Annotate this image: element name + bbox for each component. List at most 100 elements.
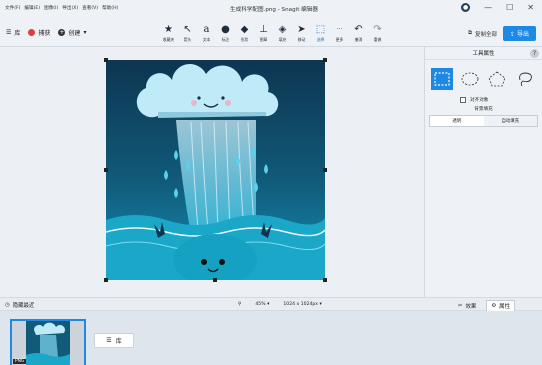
menu-bar: 文件(F) 编辑(E) 图像(I) 导出(X) 查看(V) 帮助(H) [5, 5, 118, 11]
polygon-icon [488, 71, 506, 87]
tool-properties-panel: 工具属性 ? 对齐对象 背景填充 透明 自动填充 [424, 47, 542, 297]
tool-fill[interactable]: ◈ 填充 [274, 23, 291, 45]
panel-title: 工具属性 [472, 51, 495, 57]
copy-all-button[interactable]: ⧉ 复制全部 [468, 30, 497, 38]
gear-icon: ⚙ [491, 303, 497, 309]
fill-transparent-option[interactable]: 透明 [430, 116, 484, 126]
lasso-icon [519, 72, 533, 87]
tool-move[interactable]: ➤ 移动 [293, 23, 310, 45]
plus-icon: + [58, 29, 66, 36]
magic-wand-icon: ✂ [458, 303, 463, 309]
resize-handle-top-right[interactable] [323, 58, 327, 62]
move-icon: ➤ [297, 24, 306, 35]
clock-icon: ◷ [5, 302, 10, 308]
freehand-selection-button[interactable] [514, 68, 536, 90]
background-fill-toggle: 透明 自动填充 [429, 115, 538, 127]
resize-handle-top-left[interactable] [104, 58, 108, 62]
account-icon[interactable]: ● [461, 3, 471, 12]
tool-selection[interactable]: ⬚ 选择 [312, 23, 329, 45]
capture-button[interactable]: 捕获 [28, 28, 50, 37]
tray-library-button[interactable]: ☰ 库 [94, 333, 134, 348]
panel-header: 工具属性 ? [425, 47, 542, 60]
help-icon[interactable]: ? [530, 49, 539, 58]
menu-lines-icon: ☰ [6, 29, 12, 36]
dimensions-dropdown[interactable]: 1024 x 1024px ▾ [283, 302, 321, 307]
dimensions-value: 1024 x 1024px [283, 302, 319, 307]
star-icon: ★ [164, 24, 173, 35]
status-bar: ◷ 隐藏最近 ⚲ 45% ▾ 1024 x 1024px ▾ ✂ 效果 ⚙ 属性 [0, 297, 542, 312]
tool-favorites[interactable]: ★ 收藏夹 [160, 23, 177, 45]
fill-icon: ◈ [278, 24, 287, 35]
menu-view[interactable]: 查看(V) [82, 5, 98, 11]
cloud-rain-illustration [106, 60, 325, 280]
canvas-area[interactable] [0, 47, 424, 297]
arrow-icon: ↖ [183, 24, 192, 35]
menu-file[interactable]: 文件(F) [5, 5, 20, 11]
fill-auto-option[interactable]: 自动填充 [484, 116, 538, 126]
main-toolbar: ☰ 库 捕获 + 创建 ▾ ★ 收藏夹 ↖ 箭头 a 文本 ● 标注 ◆ 形状 ⊥ 图章 ◈… [0, 20, 542, 47]
undo-icon: ↶ [354, 24, 363, 35]
resize-handle-bottom-left[interactable] [104, 278, 108, 282]
menu-image[interactable]: 图像(I) [44, 5, 58, 11]
tool-shape[interactable]: ◆ 形状 [236, 23, 253, 45]
align-objects-row[interactable]: 对齐对象 [460, 97, 542, 103]
recent-thumbnail[interactable]: PNG [10, 319, 86, 365]
tool-arrow[interactable]: ↖ 箭头 [179, 23, 196, 45]
resize-handle-bottom[interactable] [213, 278, 217, 282]
align-objects-checkbox[interactable] [460, 97, 466, 103]
tool-text[interactable]: a 文本 [198, 23, 215, 45]
window-title: 生成科学配图.png - Snagit 编辑器 [230, 7, 318, 13]
close-button[interactable]: ✕ [527, 3, 534, 12]
title-bar: 文件(F) 编辑(E) 图像(I) 导出(X) 查看(V) 帮助(H) 生成科学… [0, 0, 542, 20]
tool-callout[interactable]: ● 标注 [217, 23, 234, 45]
canvas-image[interactable] [106, 60, 325, 280]
hide-recent-button[interactable]: ◷ 隐藏最近 [5, 301, 34, 309]
search-icon: ⚲ [238, 302, 242, 307]
tool-redo[interactable]: ↷ 重做 [369, 23, 386, 45]
stamp-icon: ⊥ [259, 24, 268, 35]
selection-shapes [425, 60, 542, 90]
zoom-dropdown[interactable]: 45% ▾ [255, 302, 269, 307]
redo-icon: ↷ [373, 24, 382, 35]
tool-more[interactable]: ··· 更多 [331, 23, 348, 45]
resize-handle-right[interactable] [323, 168, 327, 172]
library-label: 库 [14, 30, 21, 37]
library-button[interactable]: ☰ 库 [6, 28, 20, 37]
tray-library-label: 库 [115, 338, 122, 345]
polygon-selection-button[interactable] [487, 68, 509, 90]
export-button[interactable]: ⇪ 导出 [503, 26, 536, 41]
tool-undo[interactable]: ↶ 撤消 [350, 23, 367, 45]
menu-edit[interactable]: 编辑(E) [24, 5, 40, 11]
dimensions-chevron-icon: ▾ [319, 302, 322, 307]
toolbar-right: ⧉ 复制全部 ⇪ 导出 [468, 26, 536, 41]
maximize-button[interactable]: ☐ [506, 3, 513, 12]
shape-icon: ◆ [240, 24, 249, 35]
menu-help[interactable]: 帮助(H) [102, 5, 118, 11]
zoom-chevron-icon: ▾ [267, 302, 270, 307]
align-objects-label: 对齐对象 [470, 98, 489, 103]
tool-stamp[interactable]: ⊥ 图章 [255, 23, 272, 45]
ellipse-selection-button[interactable] [459, 68, 481, 90]
copy-all-label: 复制全部 [475, 31, 498, 38]
menu-export[interactable]: 导出(X) [62, 5, 78, 11]
resize-handle-left[interactable] [104, 168, 108, 172]
zoom-controls: ⚲ 45% ▾ 1024 x 1024px ▾ [238, 302, 322, 307]
share-icon: ⇪ [510, 31, 516, 38]
window-controls: ● — ☐ ✕ [461, 3, 534, 12]
toolbar-left: ☰ 库 捕获 + 创建 ▾ [6, 28, 86, 37]
minimize-button[interactable]: — [484, 3, 492, 12]
tool-group: ★ 收藏夹 ↖ 箭头 a 文本 ● 标注 ◆ 形状 ⊥ 图章 ◈ 填充 ➤ 移动 ⬚ 选择 ···… [160, 23, 386, 45]
zoom-value: 45% [255, 302, 266, 307]
resize-handle-bottom-right[interactable] [323, 278, 327, 282]
callout-icon: ● [221, 24, 230, 35]
png-badge: PNG [13, 359, 27, 364]
more-icon: ··· [336, 26, 343, 33]
create-button[interactable]: + 创建 ▾ [58, 28, 86, 37]
rectangle-selection-button[interactable] [431, 68, 453, 90]
record-icon [28, 29, 36, 36]
menu-lines-icon: ☰ [106, 337, 112, 344]
export-label: 导出 [516, 31, 529, 38]
chevron-down-icon: ▾ [83, 29, 87, 36]
copy-icon: ⧉ [468, 30, 473, 36]
properties-label: 属性 [499, 304, 510, 310]
